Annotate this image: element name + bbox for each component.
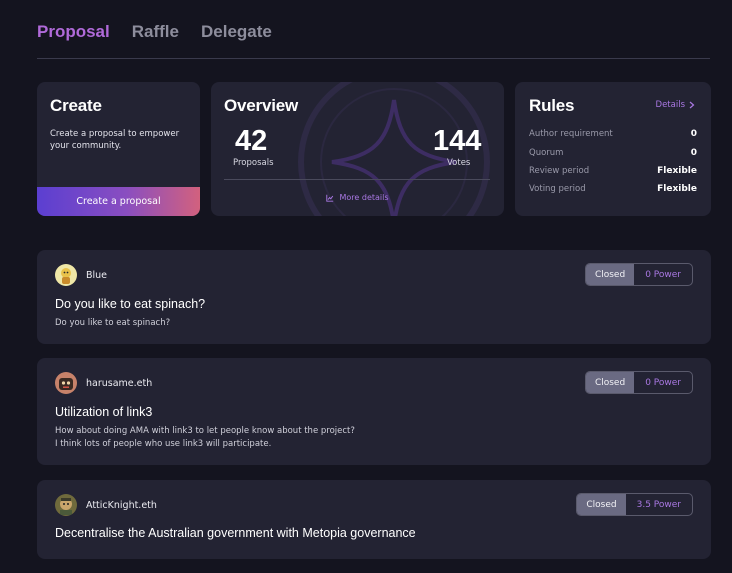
avatar bbox=[55, 264, 77, 286]
proposal-status-pill: Closed 3.5 Power bbox=[576, 493, 693, 516]
avatar bbox=[55, 494, 77, 516]
status-badge: Closed bbox=[585, 372, 635, 393]
avatar-image bbox=[60, 498, 72, 515]
proposal-title: Decentralise the Australian government w… bbox=[55, 526, 416, 540]
power-badge: 0 Power bbox=[645, 269, 681, 280]
rule-label: Quorum bbox=[529, 148, 564, 158]
details-label: Details bbox=[655, 100, 685, 110]
rule-voting-period: Voting period Flexible bbox=[529, 184, 697, 194]
proposal-card[interactable]: Blue Closed 0 Power Do you like to eat s… bbox=[37, 250, 711, 344]
rule-label: Review period bbox=[529, 166, 590, 176]
tab-bar: Proposal Raffle Delegate bbox=[37, 22, 272, 42]
status-badge: Closed bbox=[585, 264, 635, 285]
proposal-title: Utilization of link3 bbox=[55, 405, 153, 419]
more-details-label: More details bbox=[339, 193, 389, 202]
overview-title: Overview bbox=[224, 96, 299, 115]
avatar-image bbox=[61, 268, 71, 284]
proposal-status-pill: Closed 0 Power bbox=[584, 371, 693, 394]
power-badge: 3.5 Power bbox=[636, 499, 681, 510]
create-proposal-button[interactable]: Create a proposal bbox=[37, 187, 200, 216]
author-name: Blue bbox=[86, 269, 108, 281]
overview-card: Overview 42 Proposals 144 Votes More det… bbox=[211, 82, 504, 216]
author-name: AtticKnight.eth bbox=[86, 499, 157, 511]
proposal-status-pill: Closed 0 Power bbox=[584, 263, 693, 286]
rule-label: Author requirement bbox=[529, 129, 613, 139]
proposal-author[interactable]: AtticKnight.eth bbox=[55, 494, 157, 516]
proposal-author[interactable]: harusame.eth bbox=[55, 372, 152, 394]
rule-value: 0 bbox=[690, 148, 697, 158]
proposal-card[interactable]: AtticKnight.eth Closed 3.5 Power Decentr… bbox=[37, 480, 711, 559]
avatar bbox=[55, 372, 77, 394]
rules-card: Rules Details Author requirement 0 Quoru… bbox=[515, 82, 711, 216]
proposal-body-line: Do you like to eat spinach? bbox=[55, 318, 171, 328]
tabs-divider bbox=[37, 58, 710, 59]
rule-value: Flexible bbox=[657, 184, 697, 194]
rules-details-link[interactable]: Details bbox=[656, 100, 695, 110]
more-details-link[interactable]: More details bbox=[211, 193, 504, 202]
author-name: harusame.eth bbox=[86, 377, 153, 389]
chart-line-icon bbox=[326, 194, 334, 202]
overview-divider bbox=[224, 179, 490, 180]
tab-raffle[interactable]: Raffle bbox=[132, 22, 179, 42]
create-title: Create bbox=[50, 96, 102, 115]
rule-label: Voting period bbox=[529, 184, 586, 194]
rules-title: Rules bbox=[529, 96, 575, 115]
avatar-image bbox=[59, 378, 73, 390]
rule-author-requirement: Author requirement 0 bbox=[529, 129, 697, 139]
proposal-body-line: I think lots of people who use link3 wil… bbox=[55, 439, 272, 449]
status-badge: Closed bbox=[577, 494, 626, 515]
tab-proposal[interactable]: Proposal bbox=[37, 22, 110, 42]
proposals-count: 42 bbox=[235, 125, 268, 157]
power-badge: 0 Power bbox=[645, 377, 681, 388]
proposal-card[interactable]: harusame.eth Closed 0 Power Utilization … bbox=[37, 358, 711, 465]
rule-value: 0 bbox=[690, 129, 697, 139]
create-card: Create Create a proposal to empower your… bbox=[37, 82, 200, 216]
rule-quorum: Quorum 0 bbox=[529, 148, 697, 158]
rule-review-period: Review period Flexible bbox=[529, 166, 697, 176]
create-description: Create a proposal to empower your commun… bbox=[50, 129, 180, 151]
tab-delegate[interactable]: Delegate bbox=[201, 22, 272, 42]
proposal-title: Do you like to eat spinach? bbox=[55, 297, 206, 311]
proposal-author[interactable]: Blue bbox=[55, 264, 107, 286]
votes-count: 144 bbox=[433, 125, 482, 157]
chevron-right-icon bbox=[689, 101, 695, 109]
proposal-body-line: How about doing AMA with link3 to let pe… bbox=[55, 426, 355, 436]
votes-label: Votes bbox=[447, 158, 471, 168]
proposals-label: Proposals bbox=[233, 158, 274, 168]
rule-value: Flexible bbox=[657, 166, 697, 176]
